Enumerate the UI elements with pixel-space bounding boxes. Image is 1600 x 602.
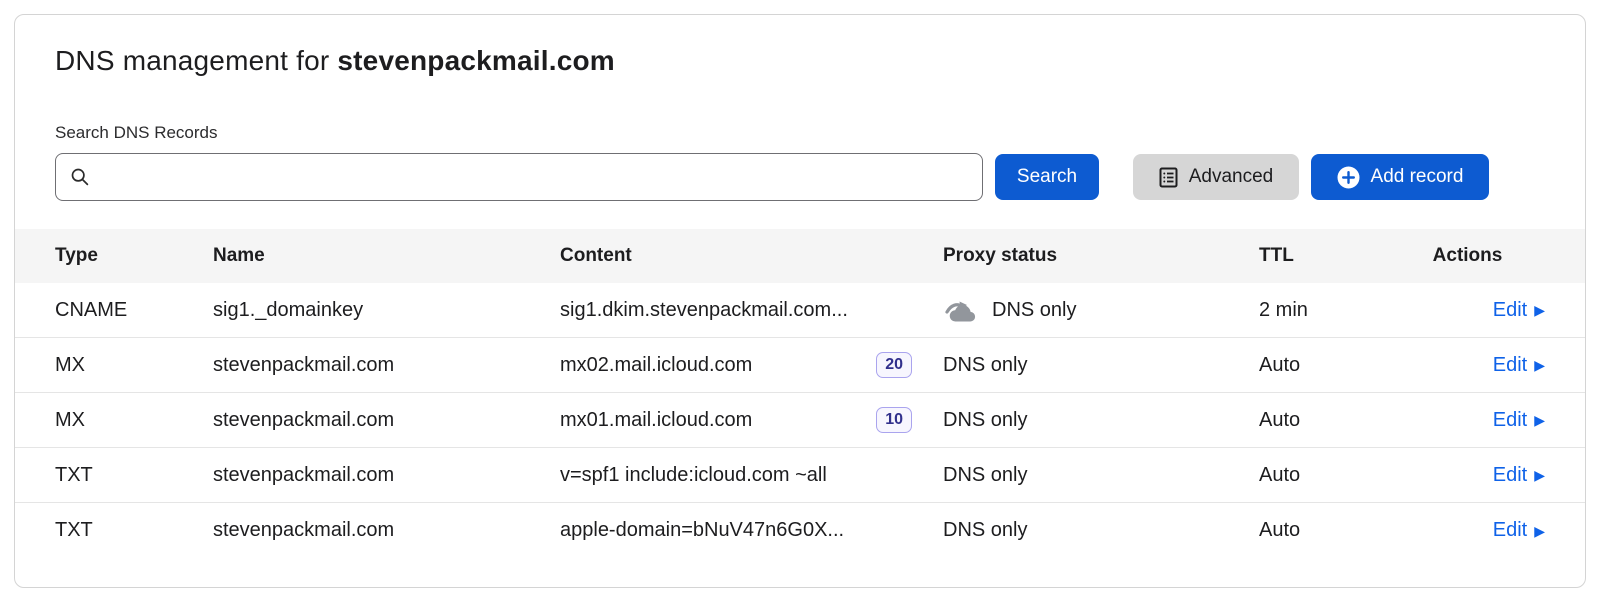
record-content-cell: apple-domain=bNuV47n6G0X... <box>560 519 930 542</box>
table-row: MX stevenpackmail.com mx01.mail.icloud.c… <box>15 393 1585 448</box>
record-name: stevenpackmail.com <box>213 354 560 377</box>
dns-management-card: DNS management for stevenpackmail.com Se… <box>14 14 1586 588</box>
table-row: TXT stevenpackmail.com apple-domain=bNuV… <box>15 503 1585 558</box>
record-ttl: Auto <box>1245 464 1390 487</box>
record-content: mx01.mail.icloud.com <box>560 409 752 432</box>
table-row: MX stevenpackmail.com mx02.mail.icloud.c… <box>15 338 1585 393</box>
proxy-status-text: DNS only <box>943 464 1027 487</box>
record-name: stevenpackmail.com <box>213 464 560 487</box>
search-input[interactable] <box>100 167 968 188</box>
proxy-status-text: DNS only <box>943 409 1027 432</box>
header-name: Name <box>213 245 560 267</box>
header-proxy-status: Proxy status <box>930 245 1245 267</box>
record-ttl: 2 min <box>1245 299 1390 322</box>
edit-link[interactable]: Edit ▶ <box>1493 299 1545 322</box>
add-record-button-label: Add record <box>1371 166 1464 188</box>
record-ttl: Auto <box>1245 354 1390 377</box>
dns-records-table: Type Name Content Proxy status TTL Actio… <box>15 229 1585 558</box>
caret-right-icon: ▶ <box>1534 303 1545 317</box>
edit-link[interactable]: Edit ▶ <box>1493 409 1545 432</box>
record-actions-cell: Edit ▶ <box>1390 464 1545 487</box>
record-content: apple-domain=bNuV47n6G0X... <box>560 519 844 542</box>
edit-link-label: Edit <box>1493 354 1527 377</box>
edit-link[interactable]: Edit ▶ <box>1493 464 1545 487</box>
edit-link-label: Edit <box>1493 464 1527 487</box>
cloud-arrow-icon <box>943 297 979 323</box>
proxy-status-cell: DNS only <box>930 409 1245 432</box>
table-row: CNAME sig1._domainkey sig1.dkim.stevenpa… <box>15 283 1585 338</box>
edit-link[interactable]: Edit ▶ <box>1493 354 1545 377</box>
record-actions-cell: Edit ▶ <box>1390 519 1545 542</box>
record-content-cell: mx02.mail.icloud.com 20 <box>560 352 930 378</box>
record-type: TXT <box>55 464 213 487</box>
edit-link-label: Edit <box>1493 409 1527 432</box>
caret-right-icon: ▶ <box>1534 468 1545 482</box>
record-ttl: Auto <box>1245 409 1390 432</box>
search-box[interactable] <box>55 153 983 201</box>
domain-name: stevenpackmail.com <box>337 45 615 76</box>
plus-circle-icon <box>1337 166 1360 189</box>
record-actions-cell: Edit ▶ <box>1390 299 1545 322</box>
edit-link-label: Edit <box>1493 299 1527 322</box>
record-content-cell: mx01.mail.icloud.com 10 <box>560 407 930 433</box>
priority-badge: 20 <box>876 352 912 378</box>
proxy-status-text: DNS only <box>943 354 1027 377</box>
search-label: Search DNS Records <box>15 123 1585 143</box>
edit-link[interactable]: Edit ▶ <box>1493 519 1545 542</box>
proxy-status-cell: DNS only <box>930 297 1245 323</box>
proxy-status-cell: DNS only <box>930 519 1245 542</box>
header-ttl: TTL <box>1245 245 1390 267</box>
header-type: Type <box>55 245 213 267</box>
caret-right-icon: ▶ <box>1534 358 1545 372</box>
proxy-status-cell: DNS only <box>930 354 1245 377</box>
header-actions: Actions <box>1390 245 1545 267</box>
record-type: MX <box>55 354 213 377</box>
record-name: stevenpackmail.com <box>213 409 560 432</box>
table-body: CNAME sig1._domainkey sig1.dkim.stevenpa… <box>15 283 1585 558</box>
record-type: TXT <box>55 519 213 542</box>
search-button[interactable]: Search <box>995 154 1099 200</box>
advanced-button[interactable]: Advanced <box>1133 154 1299 200</box>
table-header-row: Type Name Content Proxy status TTL Actio… <box>15 229 1585 283</box>
record-content: v=spf1 include:icloud.com ~all <box>560 464 827 487</box>
table-row: TXT stevenpackmail.com v=spf1 include:ic… <box>15 448 1585 503</box>
list-document-icon <box>1159 167 1178 188</box>
header-content: Content <box>560 245 930 267</box>
record-actions-cell: Edit ▶ <box>1390 409 1545 432</box>
caret-right-icon: ▶ <box>1534 524 1545 538</box>
record-actions-cell: Edit ▶ <box>1390 354 1545 377</box>
record-type: CNAME <box>55 299 213 322</box>
advanced-button-label: Advanced <box>1189 166 1274 188</box>
page-title-prefix: DNS management for <box>55 45 337 76</box>
record-ttl: Auto <box>1245 519 1390 542</box>
record-name: stevenpackmail.com <box>213 519 560 542</box>
search-icon <box>70 167 90 187</box>
record-name: sig1._domainkey <box>213 299 560 322</box>
priority-badge: 10 <box>876 407 912 433</box>
record-content: mx02.mail.icloud.com <box>560 354 752 377</box>
record-content: sig1.dkim.stevenpackmail.com... <box>560 299 848 322</box>
page-title: DNS management for stevenpackmail.com <box>15 45 1585 77</box>
proxy-status-text: DNS only <box>943 519 1027 542</box>
add-record-button[interactable]: Add record <box>1311 154 1489 200</box>
proxy-status-cell: DNS only <box>930 464 1245 487</box>
record-content-cell: sig1.dkim.stevenpackmail.com... <box>560 299 930 322</box>
record-content-cell: v=spf1 include:icloud.com ~all <box>560 464 930 487</box>
proxy-status-text: DNS only <box>992 299 1076 322</box>
caret-right-icon: ▶ <box>1534 413 1545 427</box>
record-type: MX <box>55 409 213 432</box>
edit-link-label: Edit <box>1493 519 1527 542</box>
controls-row: Search Advanced <box>15 153 1585 201</box>
